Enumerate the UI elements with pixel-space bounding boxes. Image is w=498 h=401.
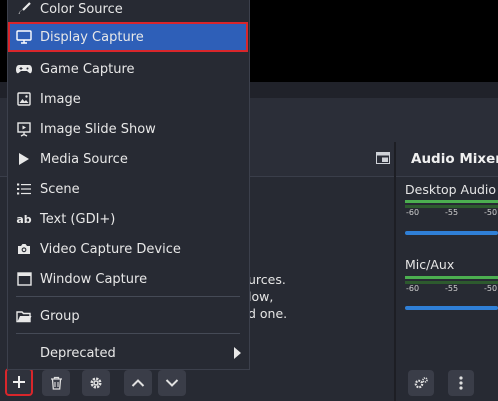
more-vertical-icon xyxy=(459,376,463,390)
menu-item-label: Deprecated xyxy=(40,345,116,361)
menu-item-label: Window Capture xyxy=(40,271,148,287)
chevron-up-icon xyxy=(131,379,145,387)
audio-mixer-title: Audio Mixer xyxy=(411,151,498,167)
meter-scale-label: -50 xyxy=(484,284,498,293)
submenu-arrow-icon xyxy=(234,347,241,359)
menu-item-label: Video Capture Device xyxy=(40,241,181,257)
menu-item-scene[interactable]: Scene xyxy=(10,174,247,204)
menu-item-deprecated[interactable]: Deprecated xyxy=(10,338,247,368)
window-icon xyxy=(16,271,32,287)
move-down-button[interactable] xyxy=(158,370,186,396)
menu-item-group[interactable]: Group xyxy=(10,301,247,331)
menu-item-image-slide-show[interactable]: Image Slide Show xyxy=(10,114,247,144)
menu-item-label: Color Source xyxy=(40,1,123,17)
slideshow-icon xyxy=(16,121,32,137)
sources-hint-line: urces. xyxy=(248,272,286,287)
menu-item-label: Image xyxy=(40,91,81,107)
volume-fader[interactable] xyxy=(405,306,498,310)
remove-source-button[interactable] xyxy=(42,370,70,396)
sources-hint-line: low, xyxy=(248,289,274,304)
menu-item-game-capture[interactable]: Game Capture xyxy=(10,54,247,84)
channel-name: Mic/Aux xyxy=(405,257,455,272)
audio-mixer-panel: Audio Mixer Desktop Audio -60 -55 -50 Mi… xyxy=(396,142,498,401)
meter-scale-label: -55 xyxy=(445,284,459,293)
menu-item-image[interactable]: Image xyxy=(10,84,247,114)
menu-item-color-source[interactable]: Color Source xyxy=(10,0,247,24)
menu-item-label: Display Capture xyxy=(40,29,144,45)
chevron-down-icon xyxy=(165,379,179,387)
volume-fader[interactable] xyxy=(405,231,498,235)
text-icon: ab xyxy=(16,212,32,226)
meter-scale-label: -50 xyxy=(484,208,498,217)
menu-item-window-capture[interactable]: Window Capture xyxy=(10,264,247,294)
menu-item-media-source[interactable]: Media Source xyxy=(10,144,247,174)
folder-icon xyxy=(16,308,32,324)
monitor-icon xyxy=(16,29,32,45)
source-properties-button[interactable] xyxy=(82,370,110,396)
audio-mixer-header: Audio Mixer xyxy=(396,142,498,177)
camera-icon xyxy=(16,241,32,257)
advanced-audio-button[interactable] xyxy=(408,370,434,396)
plus-icon xyxy=(13,376,25,388)
menu-item-label: Group xyxy=(40,308,80,324)
gear-icon xyxy=(90,377,102,389)
gamepad-icon xyxy=(16,61,32,77)
mixer-menu-button[interactable] xyxy=(448,370,474,396)
play-icon xyxy=(16,151,32,167)
brush-icon xyxy=(16,1,32,17)
image-icon xyxy=(16,91,32,107)
menu-item-label: Text (GDI+) xyxy=(40,211,116,227)
menu-separator xyxy=(16,296,240,297)
add-source-button[interactable] xyxy=(5,368,33,396)
move-up-button[interactable] xyxy=(124,370,152,396)
undock-icon[interactable] xyxy=(376,152,390,164)
channel-name: Desktop Audio xyxy=(405,182,497,197)
menu-item-display-capture[interactable]: Display Capture xyxy=(8,22,248,52)
volume-meter xyxy=(405,200,498,203)
meter-scale-label: -55 xyxy=(445,208,459,217)
menu-item-label: Scene xyxy=(40,181,80,197)
gears-icon xyxy=(414,377,428,389)
menu-item-label: Game Capture xyxy=(40,61,135,77)
menu-item-label: Image Slide Show xyxy=(40,121,156,137)
menu-item-video-capture-device[interactable]: Video Capture Device xyxy=(10,234,247,264)
meter-scale-label: -60 xyxy=(406,208,420,217)
sources-hint-line: d one. xyxy=(248,306,288,321)
list-icon xyxy=(16,181,32,197)
menu-item-text-gdi[interactable]: ab Text (GDI+) xyxy=(10,204,247,234)
menu-separator xyxy=(16,333,240,334)
trash-icon xyxy=(50,376,62,390)
add-source-menu: Color Source Display Capture Game Captur… xyxy=(7,0,250,370)
menu-item-label: Media Source xyxy=(40,151,128,167)
volume-meter xyxy=(405,276,498,279)
meter-scale-label: -60 xyxy=(406,284,420,293)
